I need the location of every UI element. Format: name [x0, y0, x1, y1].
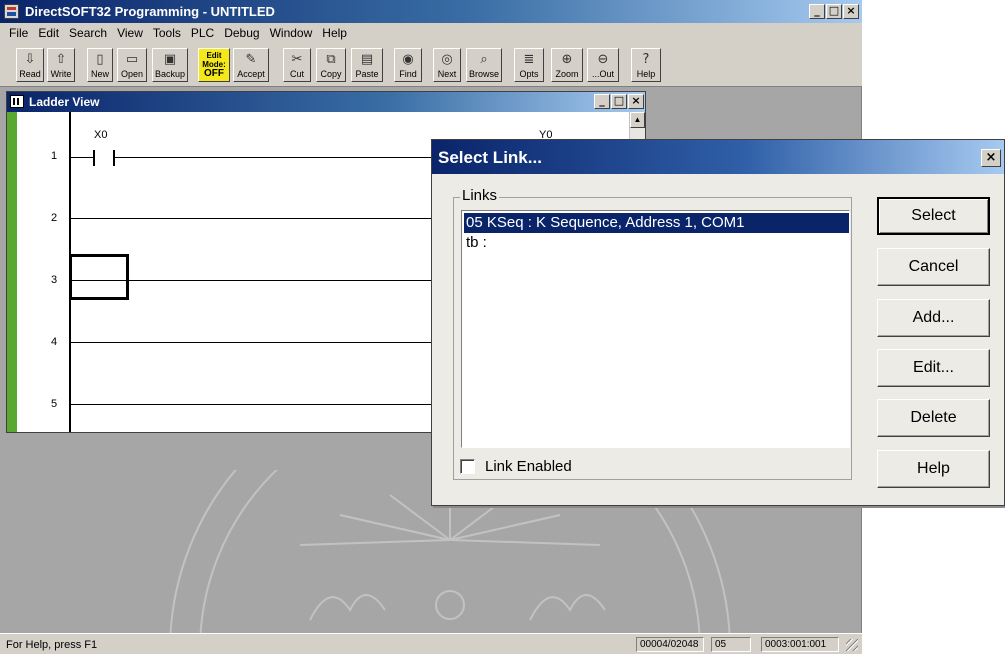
help-button[interactable]: Help [877, 450, 990, 488]
read-button[interactable]: ⇩ Read [16, 48, 44, 82]
menu-bar: File Edit Search View Tools PLC Debug Wi… [0, 23, 862, 43]
zoom-out-button[interactable]: ⊖ ...Out [587, 48, 619, 82]
ladder-view-titlebar[interactable]: Ladder View _ □ × [7, 92, 645, 112]
scroll-up-icon[interactable]: ▲ [630, 112, 645, 128]
contact-label: X0 [94, 129, 108, 141]
dialog-close-button[interactable]: × [981, 149, 1001, 167]
menu-tools[interactable]: Tools [148, 26, 186, 40]
edit-mode-button[interactable]: Edit Mode: OFF [198, 48, 230, 82]
open-folder-icon: ▭ [125, 52, 139, 67]
backup-icon: ▣ [163, 52, 177, 67]
binoculars-icon: ◉ [402, 52, 414, 67]
resize-grip[interactable] [846, 639, 858, 651]
open-button[interactable]: ▭ Open [117, 48, 147, 82]
ladder-close-button[interactable]: × [628, 94, 644, 109]
menu-search[interactable]: Search [64, 26, 112, 40]
find-button[interactable]: ◉ Find [394, 48, 422, 82]
menu-view[interactable]: View [112, 26, 148, 40]
app-titlebar[interactable]: DirectSOFT32 Programming - UNTITLED _ □ … [0, 0, 862, 23]
ladder-maximize-button[interactable]: □ [611, 94, 627, 109]
app-title: DirectSOFT32 Programming - UNTITLED [25, 4, 275, 19]
ladder-minimize-button[interactable]: _ [594, 94, 610, 109]
status-position-panel: 0003:001:001 [761, 637, 839, 652]
menu-window[interactable]: Window [265, 26, 318, 40]
write-button[interactable]: ⇧ Write [47, 48, 75, 82]
paste-button[interactable]: ▤ Paste [351, 48, 383, 82]
ladder-view-title: Ladder View [29, 95, 100, 109]
options-icon: ≣ [523, 52, 535, 67]
scissors-icon: ✂ [291, 52, 303, 67]
zoom-in-button[interactable]: ⊕ Zoom [551, 48, 583, 82]
help-toolbar-button[interactable]: ? Help [631, 48, 661, 82]
zoom-in-icon: ⊕ [561, 52, 573, 67]
paste-icon: ▤ [360, 52, 374, 67]
browse-button[interactable]: ⌕ Browse [466, 48, 502, 82]
app-icon[interactable] [4, 4, 19, 19]
accept-button[interactable]: ✎ Accept [233, 48, 269, 82]
rung-number: 3 [51, 274, 58, 286]
browse-icon: ⌕ [480, 52, 488, 67]
menu-file[interactable]: File [4, 26, 33, 40]
list-item[interactable]: tb : [464, 233, 849, 253]
list-item[interactable]: 05 KSeq : K Sequence, Address 1, COM1 [464, 213, 849, 233]
edit-mode-state: OFF [204, 68, 224, 79]
normally-open-contact[interactable] [93, 150, 115, 166]
maximize-button[interactable]: □ [826, 4, 842, 19]
links-group-label: Links [460, 187, 500, 204]
select-button[interactable]: Select [877, 197, 990, 235]
rung-number: 5 [51, 398, 58, 410]
write-icon: ⇧ [55, 52, 67, 67]
link-enabled-label: Link Enabled [485, 458, 572, 475]
minimize-button[interactable]: _ [809, 4, 825, 19]
next-button[interactable]: ◎ Next [433, 48, 461, 82]
rung-number: 1 [51, 150, 58, 162]
copy-icon: ⧉ [326, 52, 336, 67]
menu-help[interactable]: Help [317, 26, 352, 40]
help-icon: ? [642, 52, 650, 67]
status-memory-panel: 00004/02048 [636, 637, 704, 652]
status-link-panel: 05 [711, 637, 751, 652]
select-link-dialog: Select Link... × Links 05 KSeq : K Seque… [431, 139, 1005, 506]
status-bar: For Help, press F1 00004/02048 05 0003:0… [0, 633, 862, 654]
add-button[interactable]: Add... [877, 299, 990, 337]
rung-number: 4 [51, 336, 58, 348]
new-document-icon: ▯ [96, 52, 104, 67]
read-icon: ⇩ [24, 52, 36, 67]
find-next-icon: ◎ [441, 52, 453, 67]
status-help-text: For Help, press F1 [6, 639, 98, 651]
cancel-button[interactable]: Cancel [877, 248, 990, 286]
menu-edit[interactable]: Edit [33, 26, 64, 40]
copy-button[interactable]: ⧉ Copy [316, 48, 346, 82]
backup-button[interactable]: ▣ Backup [152, 48, 188, 82]
new-button[interactable]: ▯ New [87, 48, 113, 82]
opts-button[interactable]: ≣ Opts [514, 48, 544, 82]
rung-number: 2 [51, 212, 58, 224]
dialog-titlebar[interactable]: Select Link... × [432, 140, 1004, 174]
rung-margin [7, 112, 17, 432]
toolbar: ⇩ Read ⇧ Write ▯ New ▭ Open ▣ Backup Edit Mode… [0, 43, 862, 87]
menu-debug[interactable]: Debug [219, 26, 264, 40]
link-enabled-checkbox[interactable]: Link Enabled [460, 458, 572, 475]
accept-icon: ✎ [245, 52, 257, 67]
checkbox-box[interactable] [460, 459, 475, 474]
links-listbox[interactable]: 05 KSeq : K Sequence, Address 1, COM1 tb… [461, 210, 850, 448]
edit-button[interactable]: Edit... [877, 349, 990, 387]
ladder-edit-cursor[interactable] [69, 254, 129, 300]
zoom-out-icon: ⊖ [597, 52, 609, 67]
cut-button[interactable]: ✂ Cut [283, 48, 311, 82]
menu-plc[interactable]: PLC [186, 26, 219, 40]
dialog-title: Select Link... [438, 148, 542, 167]
delete-button[interactable]: Delete [877, 399, 990, 437]
close-button[interactable]: × [843, 4, 859, 19]
ladder-icon[interactable] [10, 95, 24, 108]
